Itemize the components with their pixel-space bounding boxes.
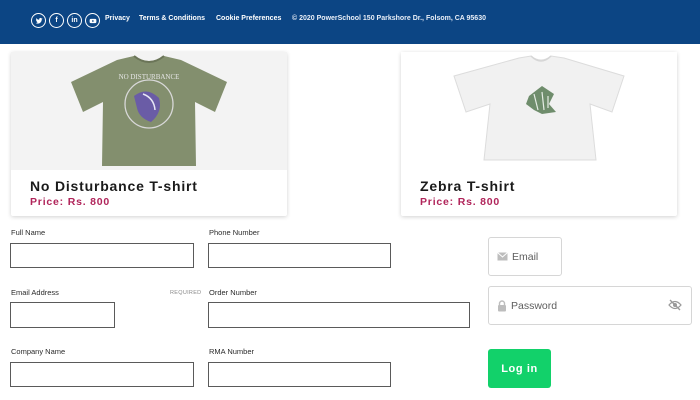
envelope-icon [497,252,508,261]
product-card[interactable]: Zebra T-shirt [401,52,677,216]
product-image [401,52,677,170]
terms-link[interactable]: Terms & Conditions [139,15,205,22]
copyright-text: © 2020 PowerSchool 150 Parkshore Dr., Fo… [292,15,486,22]
rma-number-label: RMA Number [209,347,255,356]
tshirt-image-olive: NO DISTURBANCE [71,54,227,166]
login-email-input[interactable] [512,250,556,263]
company-name-input[interactable] [10,362,194,387]
privacy-link[interactable]: Privacy [105,15,130,22]
twitter-icon[interactable] [31,13,46,28]
phone-number-label: Phone Number [209,228,260,237]
full-name-label: Full Name [11,228,46,237]
email-address-input[interactable] [10,302,115,328]
lock-icon [497,299,507,312]
eye-slash-icon[interactable] [668,299,682,311]
facebook-icon[interactable]: f [49,13,64,28]
full-name-input[interactable] [10,243,194,268]
tshirt-image-white [453,54,625,160]
footer-bar: f in Privacy Terms & Conditions Cookie P… [0,0,700,44]
login-email-field[interactable] [488,237,562,276]
company-name-label: Company Name [11,347,66,356]
linkedin-icon[interactable]: in [67,13,82,28]
login-password-field[interactable] [488,286,692,325]
phone-number-input[interactable] [208,243,391,268]
tshirt-print-text: NO DISTURBANCE [119,73,180,81]
facebook-glyph: f [55,17,58,24]
login-password-input[interactable] [511,299,631,312]
order-number-label: Order Number [209,288,257,297]
product-name: No Disturbance T-shirt [30,178,198,194]
email-address-label: Email Address [11,288,59,297]
youtube-icon[interactable] [85,13,100,28]
login-button[interactable]: Log in [488,349,551,388]
product-image: NO DISTURBANCE [11,52,287,170]
rma-number-input[interactable] [208,362,391,387]
product-price: Price: Rs. 800 [420,196,501,208]
product-name: Zebra T-shirt [420,178,516,194]
product-card[interactable]: NO DISTURBANCE No Disturbance T-shirt [11,52,287,216]
linkedin-glyph: in [71,17,78,24]
required-indicator: REQUIRED [170,290,202,296]
product-price: Price: Rs. 800 [30,196,111,208]
order-number-input[interactable] [208,302,470,328]
cookie-preferences-link[interactable]: Cookie Preferences [216,15,281,22]
